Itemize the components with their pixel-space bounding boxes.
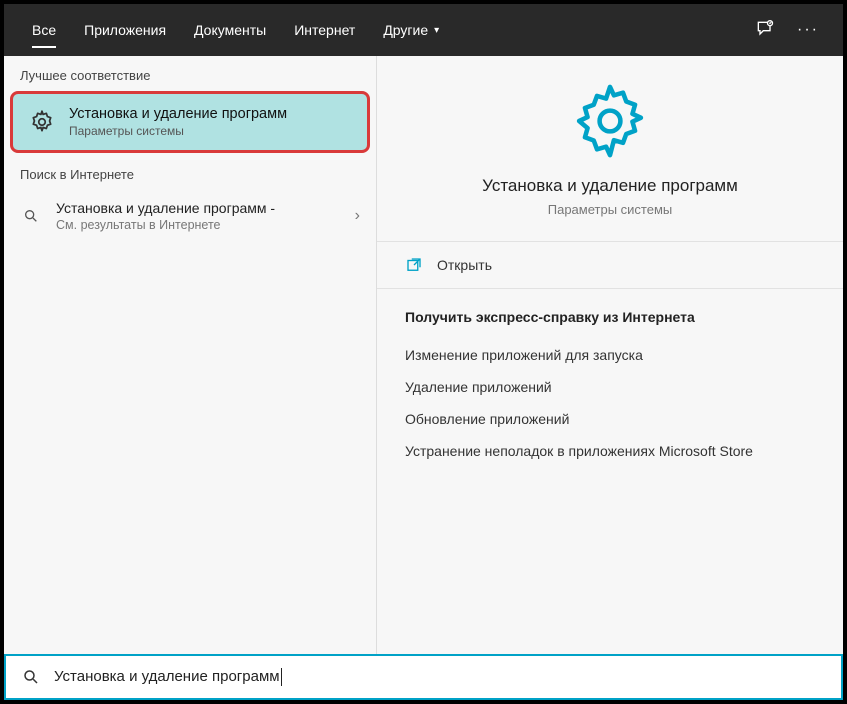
- best-match-result[interactable]: Установка и удаление программ Параметры …: [10, 91, 370, 153]
- more-options-icon[interactable]: ···: [797, 21, 819, 39]
- open-action[interactable]: Открыть: [377, 241, 843, 289]
- web-result-title: Установка и удаление программ -: [56, 200, 341, 216]
- open-icon: [405, 256, 423, 274]
- best-match-label: Лучшее соответствие: [4, 56, 376, 91]
- preview-subtitle: Параметры системы: [548, 202, 673, 217]
- gear-icon: [571, 82, 649, 160]
- preview-panel: Установка и удаление программ Параметры …: [376, 56, 843, 654]
- tab-documents[interactable]: Документы: [180, 4, 280, 56]
- best-match-title: Установка и удаление программ: [69, 106, 287, 122]
- text-cursor: [281, 668, 282, 686]
- web-search-label: Поиск в Интернете: [4, 155, 376, 190]
- search-input[interactable]: Установка и удаление программ: [4, 654, 843, 700]
- results-panel: Лучшее соответствие Установка и удаление…: [4, 56, 376, 654]
- search-icon: [20, 208, 42, 224]
- preview-title: Установка и удаление программ: [482, 176, 738, 196]
- tab-more[interactable]: Другие▾: [369, 4, 453, 56]
- tab-internet[interactable]: Интернет: [280, 4, 369, 56]
- help-link[interactable]: Удаление приложений: [405, 371, 815, 403]
- tab-apps[interactable]: Приложения: [70, 4, 180, 56]
- help-link[interactable]: Обновление приложений: [405, 403, 815, 435]
- open-label: Открыть: [437, 257, 492, 273]
- help-link[interactable]: Изменение приложений для запуска: [405, 339, 815, 371]
- tab-all[interactable]: Все: [18, 4, 70, 56]
- gear-icon: [27, 107, 57, 137]
- chevron-down-icon: ▾: [434, 25, 439, 36]
- feedback-icon[interactable]: [755, 19, 775, 42]
- web-search-result[interactable]: Установка и удаление программ - См. резу…: [4, 190, 376, 242]
- help-link[interactable]: Устранение неполадок в приложениях Micro…: [405, 435, 815, 467]
- chevron-right-icon[interactable]: ›: [355, 207, 360, 225]
- web-result-subtitle: См. результаты в Интернете: [56, 218, 341, 232]
- best-match-subtitle: Параметры системы: [69, 124, 287, 138]
- top-tabs-bar: Все Приложения Документы Интернет Другие…: [4, 4, 843, 56]
- help-heading: Получить экспресс-справку из Интернета: [405, 309, 815, 325]
- search-icon: [22, 668, 40, 686]
- search-value: Установка и удаление программ: [54, 668, 280, 685]
